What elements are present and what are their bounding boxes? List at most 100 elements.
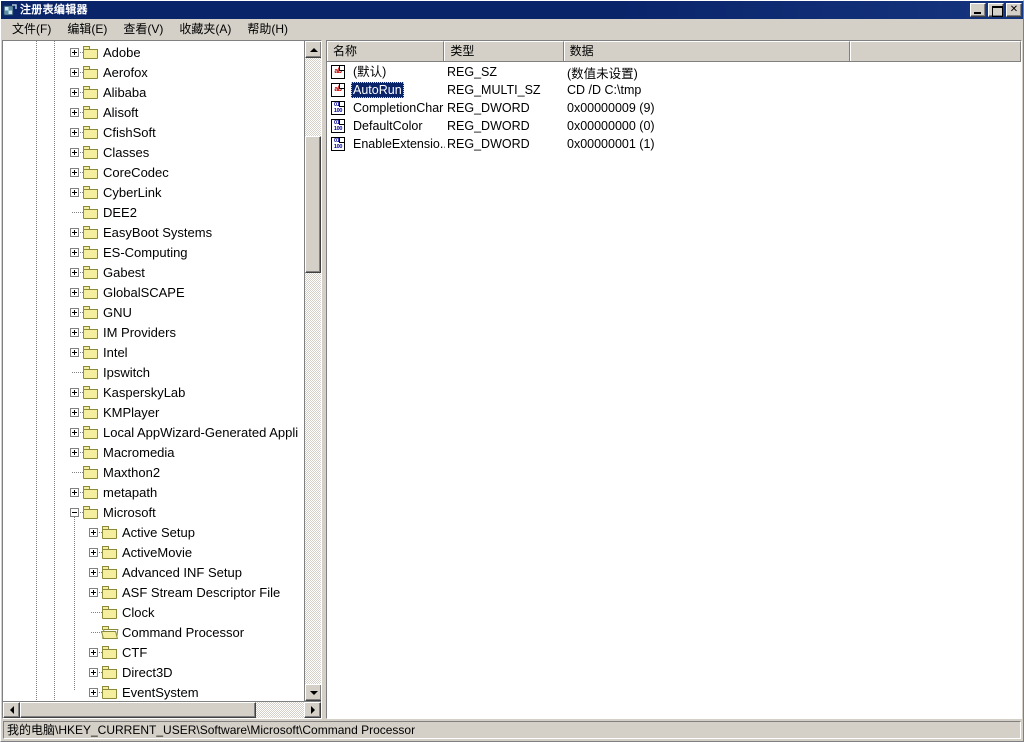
tree-item-cyberlink[interactable]: CyberLink — [3, 183, 321, 203]
expand-node-icon[interactable] — [89, 688, 98, 697]
tree-item-ipswitch[interactable]: Ipswitch — [3, 363, 321, 383]
expand-node-icon[interactable] — [70, 348, 79, 357]
expand-node-icon[interactable] — [70, 228, 79, 237]
tree-vertical-scrollbar[interactable] — [304, 41, 321, 701]
maximize-restore-button[interactable] — [988, 3, 1004, 17]
tree-item-gabest[interactable]: Gabest — [3, 263, 321, 283]
menu-view[interactable]: 查看(V) — [115, 20, 171, 39]
tree-item-kmplayer[interactable]: KMPlayer — [3, 403, 321, 423]
tree-item-adobe[interactable]: Adobe — [3, 43, 321, 63]
tree-item-globalscape[interactable]: GlobalSCAPE — [3, 283, 321, 303]
menu-help[interactable]: 帮助(H) — [239, 20, 296, 39]
tree-item-eventsystem[interactable]: EventSystem — [3, 683, 321, 701]
tree-item-label: Microsoft — [103, 503, 156, 523]
tree-hscrollbar-thumb[interactable] — [20, 702, 256, 718]
scroll-down-button[interactable] — [305, 684, 321, 701]
tree-item-im-providers[interactable]: IM Providers — [3, 323, 321, 343]
tree-item-es-computing[interactable]: ES-Computing — [3, 243, 321, 263]
tree-item-label: Advanced INF Setup — [122, 563, 242, 583]
expand-node-icon[interactable] — [70, 288, 79, 297]
scroll-left-button[interactable] — [3, 702, 20, 718]
tree-item-label: ES-Computing — [103, 243, 188, 263]
value-row[interactable]: 011100EnableExtensio...REG_DWORD0x000000… — [327, 135, 1021, 153]
tree-item-metapath[interactable]: metapath — [3, 483, 321, 503]
tree-item-dee2[interactable]: DEE2 — [3, 203, 321, 223]
minimize-button[interactable] — [970, 3, 986, 17]
value-name: CompletionChar — [349, 100, 445, 116]
expand-node-icon[interactable] — [70, 428, 79, 437]
expand-node-icon[interactable] — [70, 108, 79, 117]
column-type[interactable]: 类型 — [444, 41, 563, 61]
tree-item-microsoft[interactable]: Microsoft — [3, 503, 321, 523]
expand-node-icon[interactable] — [70, 488, 79, 497]
expand-node-icon[interactable] — [70, 268, 79, 277]
column-filler[interactable] — [850, 41, 1021, 61]
tree-item-gnu[interactable]: GNU — [3, 303, 321, 323]
expand-node-icon[interactable] — [70, 68, 79, 77]
tree-item-command-processor[interactable]: Command Processor — [3, 623, 321, 643]
value-row[interactable]: abAutoRunREG_MULTI_SZCD /D C:\tmp — [327, 81, 1021, 99]
expand-node-icon[interactable] — [89, 668, 98, 677]
menu-edit[interactable]: 编辑(E) — [59, 20, 115, 39]
column-data[interactable]: 数据 — [564, 41, 850, 61]
tree-item-kasperskylab[interactable]: KasperskyLab — [3, 383, 321, 403]
folder-icon — [102, 566, 118, 579]
tree-item-aerofox[interactable]: Aerofox — [3, 63, 321, 83]
menu-favorites[interactable]: 收藏夹(A) — [171, 20, 239, 39]
tree-scroll-area: AdobeAerofoxAlibabaAlisoftCfishSoftClass… — [3, 41, 321, 701]
tree-item-maxthon2[interactable]: Maxthon2 — [3, 463, 321, 483]
expand-node-icon[interactable] — [70, 308, 79, 317]
expand-node-icon[interactable] — [70, 48, 79, 57]
folder-icon — [83, 346, 99, 359]
registry-key-tree[interactable]: AdobeAerofoxAlibabaAlisoftCfishSoftClass… — [3, 41, 321, 701]
tree-horizontal-scrollbar[interactable] — [3, 701, 321, 718]
close-button[interactable] — [1006, 3, 1022, 17]
values-list[interactable]: ab(默认)REG_SZ(数值未设置)abAutoRunREG_MULTI_SZ… — [327, 62, 1021, 718]
expand-node-icon[interactable] — [70, 168, 79, 177]
tree-item-direct3d[interactable]: Direct3D — [3, 663, 321, 683]
menu-file[interactable]: 文件(F) — [4, 20, 59, 39]
expand-node-icon[interactable] — [89, 568, 98, 577]
tree-item-classes[interactable]: Classes — [3, 143, 321, 163]
expand-node-icon[interactable] — [89, 548, 98, 557]
expand-node-icon[interactable] — [89, 588, 98, 597]
tree-item-active-setup[interactable]: Active Setup — [3, 523, 321, 543]
tree-item-easyboot-systems[interactable]: EasyBoot Systems — [3, 223, 321, 243]
tree-item-ctf[interactable]: CTF — [3, 643, 321, 663]
expand-node-icon[interactable] — [89, 528, 98, 537]
value-row[interactable]: 011100DefaultColorREG_DWORD0x00000000 (0… — [327, 117, 1021, 135]
tree-item-intel[interactable]: Intel — [3, 343, 321, 363]
scroll-right-button[interactable] — [304, 702, 321, 718]
expand-node-icon[interactable] — [70, 188, 79, 197]
value-row[interactable]: ab(默认)REG_SZ(数值未设置) — [327, 63, 1021, 81]
expand-node-icon[interactable] — [70, 88, 79, 97]
tree-item-local-appwizard-generated-appli[interactable]: Local AppWizard-Generated Appli — [3, 423, 321, 443]
expand-node-icon[interactable] — [70, 148, 79, 157]
expand-node-icon[interactable] — [70, 408, 79, 417]
tree-item-cfishsoft[interactable]: CfishSoft — [3, 123, 321, 143]
collapse-node-icon[interactable] — [70, 508, 79, 517]
expand-node-icon[interactable] — [89, 648, 98, 657]
value-row[interactable]: 011100CompletionCharREG_DWORD0x00000009 … — [327, 99, 1021, 117]
tree-item-clock[interactable]: Clock — [3, 603, 321, 623]
folder-icon — [102, 646, 118, 659]
expand-node-icon[interactable] — [70, 248, 79, 257]
tree-item-advanced-inf-setup[interactable]: Advanced INF Setup — [3, 563, 321, 583]
tree-scrollbar-thumb[interactable] — [305, 136, 321, 273]
tree-item-corecodec[interactable]: CoreCodec — [3, 163, 321, 183]
tree-item-alisoft[interactable]: Alisoft — [3, 103, 321, 123]
column-name[interactable]: 名称 — [327, 41, 444, 61]
arrow-up-icon — [310, 48, 318, 52]
scroll-up-button[interactable] — [305, 41, 321, 58]
expand-node-icon[interactable] — [70, 448, 79, 457]
tree-item-activemovie[interactable]: ActiveMovie — [3, 543, 321, 563]
tree-item-alibaba[interactable]: Alibaba — [3, 83, 321, 103]
tree-item-label: Intel — [103, 343, 128, 363]
expand-node-icon[interactable] — [70, 128, 79, 137]
folder-icon — [83, 206, 99, 219]
tree-connector — [91, 632, 99, 633]
tree-item-asf-stream-descriptor-file[interactable]: ASF Stream Descriptor File — [3, 583, 321, 603]
tree-item-macromedia[interactable]: Macromedia — [3, 443, 321, 463]
expand-node-icon[interactable] — [70, 328, 79, 337]
expand-node-icon[interactable] — [70, 388, 79, 397]
